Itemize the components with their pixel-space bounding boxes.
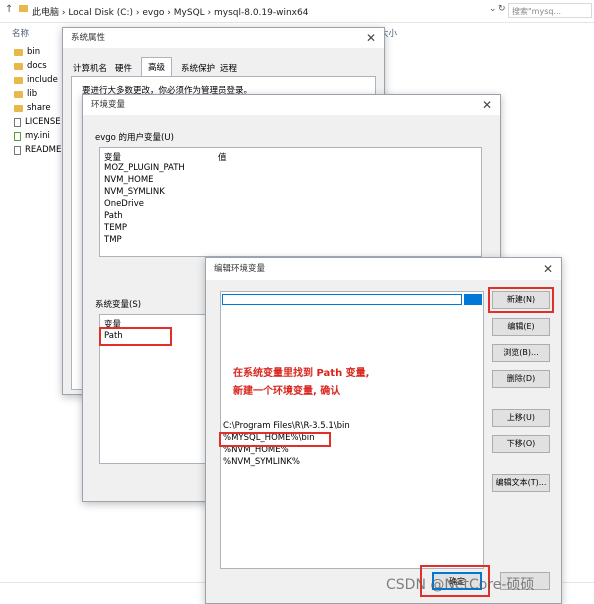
- dialog-title: 编辑环境变量: [206, 258, 561, 280]
- column-variable[interactable]: 变量: [104, 151, 121, 163]
- list-item[interactable]: LICENSE: [14, 115, 61, 129]
- list-item[interactable]: docs: [14, 59, 47, 73]
- list-item[interactable]: bin: [14, 45, 40, 59]
- column-value[interactable]: 值: [218, 151, 227, 163]
- tab-computer-name[interactable]: 计算机名: [73, 62, 107, 76]
- table-row[interactable]: NVM_HOME: [104, 175, 154, 185]
- list-item[interactable]: include: [14, 73, 58, 87]
- folder-icon: [19, 5, 28, 12]
- watermark: CSDN @NetCore-硕硕: [386, 577, 535, 593]
- close-icon[interactable]: ✕: [364, 31, 378, 45]
- annotation-line-1: 在系统变量里找到 Path 变量,: [233, 368, 370, 379]
- chevron-down-icon[interactable]: ⌄: [489, 4, 497, 14]
- close-icon[interactable]: ✕: [480, 98, 494, 112]
- move-up-button[interactable]: 上移(U): [492, 409, 550, 427]
- path-entry-list[interactable]: 在系统变量里找到 Path 变量, 新建一个环境变量, 确认 C:\Progra…: [219, 291, 484, 569]
- list-item[interactable]: my.ini: [14, 129, 50, 143]
- new-entry-input[interactable]: [222, 294, 462, 305]
- tab-system-protection[interactable]: 系统保护: [181, 62, 215, 76]
- move-down-button[interactable]: 下移(O): [492, 435, 550, 453]
- dialog-title: 环境变量: [83, 95, 500, 115]
- table-row[interactable]: Path: [104, 211, 123, 221]
- list-item[interactable]: README: [14, 143, 61, 157]
- table-row[interactable]: OneDrive: [104, 199, 144, 209]
- file-icon: [14, 117, 21, 127]
- config-file-icon: [14, 131, 21, 141]
- annotation-line-2: 新建一个环境变量, 确认: [233, 386, 341, 397]
- file-icon: [14, 145, 21, 155]
- edit-env-var-dialog: 编辑环境变量 ✕ 在系统变量里找到 Path 变量, 新建一个环境变量, 确认 …: [205, 257, 562, 604]
- folder-icon: [14, 62, 23, 70]
- dialog-title: 系统属性: [63, 28, 384, 48]
- table-row[interactable]: MOZ_PLUGIN_PATH: [104, 163, 185, 173]
- address-bar: ↑ 此电脑 › Local Disk (C:) › evgo › MySQL ›…: [0, 0, 594, 23]
- mysql-entry-highlight-box: [219, 432, 331, 447]
- list-item[interactable]: lib: [14, 87, 37, 101]
- folder-icon: [14, 48, 23, 56]
- browse-button[interactable]: 浏览(B)...: [492, 344, 550, 362]
- column-name[interactable]: 名称: [12, 27, 29, 39]
- folder-icon: [14, 90, 23, 98]
- selection-highlight: [464, 294, 482, 305]
- folder-icon: [14, 104, 23, 112]
- edit-button[interactable]: 编辑(E): [492, 318, 550, 336]
- list-item[interactable]: %NVM_SYMLINK%: [223, 457, 300, 467]
- new-button-highlight-box: [488, 287, 554, 313]
- user-vars-table[interactable]: 变量 值 MOZ_PLUGIN_PATH NVM_HOME NVM_SYMLIN…: [99, 147, 482, 257]
- path-highlight-box: [99, 327, 172, 346]
- table-row[interactable]: NVM_SYMLINK: [104, 187, 165, 197]
- folder-icon: [14, 76, 23, 84]
- table-row[interactable]: TEMP: [104, 223, 127, 233]
- refresh-icon[interactable]: ↻: [498, 4, 506, 14]
- list-item[interactable]: C:\Program Files\R\R-3.5.1\bin: [223, 421, 350, 431]
- system-vars-label: 系统变量(S): [95, 300, 142, 310]
- up-arrow-icon[interactable]: ↑: [5, 4, 13, 15]
- search-input[interactable]: 搜索"mysq...: [508, 3, 592, 18]
- tab-hardware[interactable]: 硬件: [115, 62, 132, 76]
- list-item[interactable]: share: [14, 101, 51, 115]
- delete-button[interactable]: 删除(D): [492, 370, 550, 388]
- edit-text-button[interactable]: 编辑文本(T)...: [492, 474, 550, 492]
- close-icon[interactable]: ✕: [541, 262, 555, 276]
- tab-remote[interactable]: 远程: [220, 62, 237, 76]
- breadcrumb[interactable]: 此电脑 › Local Disk (C:) › evgo › MySQL › m…: [32, 5, 308, 18]
- tab-advanced[interactable]: 高级: [141, 57, 173, 78]
- user-vars-label: evgo 的用户变量(U): [95, 133, 174, 143]
- table-row[interactable]: TMP: [104, 235, 122, 245]
